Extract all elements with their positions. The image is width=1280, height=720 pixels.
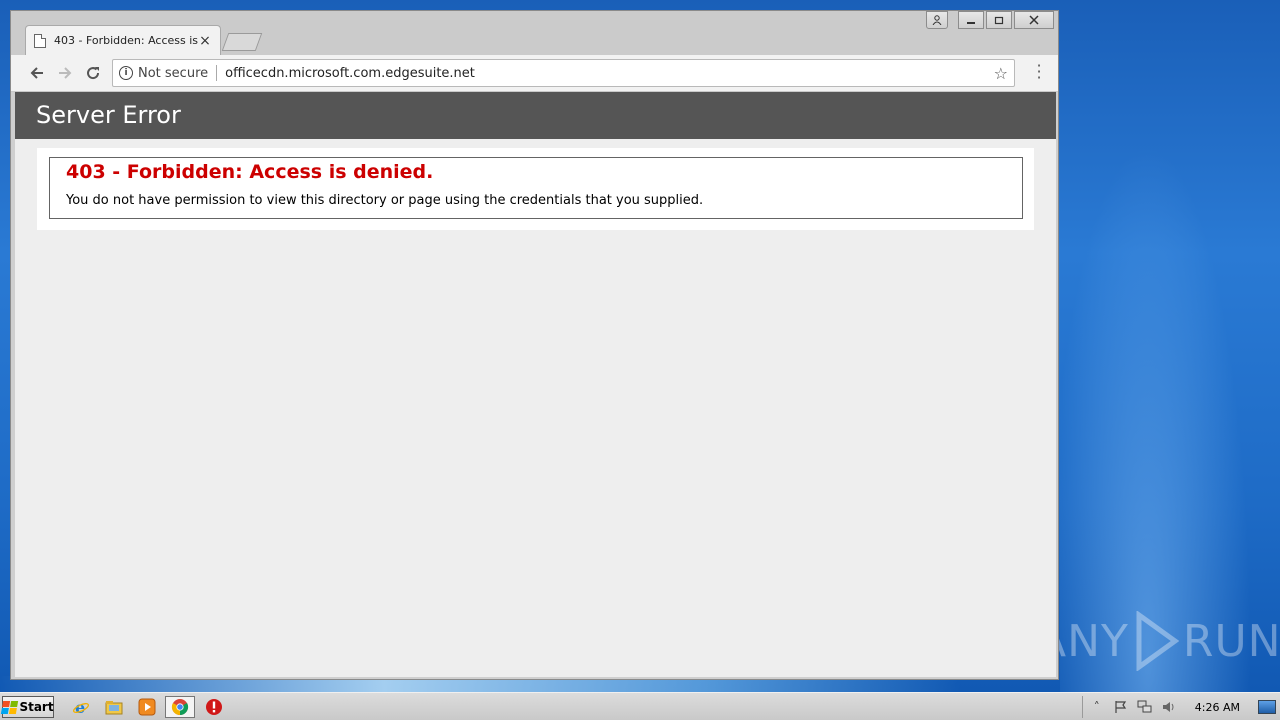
- file-explorer-icon[interactable]: [103, 697, 125, 717]
- window-controls: [926, 11, 1054, 29]
- page-icon: [34, 33, 46, 48]
- close-icon[interactable]: ×: [198, 33, 212, 49]
- reload-button[interactable]: [81, 61, 105, 85]
- bookmark-star-icon[interactable]: ☆: [994, 64, 1008, 83]
- tab-title: 403 - Forbidden: Access is d: [54, 34, 198, 47]
- security-indicator[interactable]: Not secure: [138, 66, 208, 81]
- stop-sign-icon[interactable]: [203, 697, 225, 717]
- browser-tab[interactable]: 403 - Forbidden: Access is d ×: [25, 25, 221, 55]
- desktop-glow: [1060, 0, 1280, 692]
- play-icon: [1136, 611, 1179, 671]
- page-header: Server Error: [15, 92, 1056, 139]
- error-fieldset: 403 - Forbidden: Access is denied. You d…: [49, 157, 1023, 219]
- system-tray: ˄ 4:26 AM: [1081, 696, 1280, 718]
- minimize-button[interactable]: [958, 11, 984, 29]
- back-arrow-icon: [30, 67, 43, 79]
- anyrun-watermark: ANY RUN: [1036, 606, 1280, 676]
- forward-button[interactable]: [53, 61, 77, 85]
- info-icon[interactable]: i: [119, 66, 133, 80]
- start-button[interactable]: Start: [1, 696, 54, 718]
- menu-icon[interactable]: · · ·: [1036, 58, 1042, 86]
- content-container: 403 - Forbidden: Access is denied. You d…: [37, 148, 1034, 230]
- watermark-text-right: RUN: [1182, 615, 1280, 667]
- action-center-flag-icon[interactable]: [1113, 700, 1129, 714]
- volume-icon[interactable]: [1161, 700, 1177, 714]
- page-viewport: Server Error 403 - Forbidden: Access is …: [15, 92, 1056, 677]
- url-text[interactable]: officecdn.microsoft.com.edgesuite.net: [225, 66, 994, 81]
- error-title: 403 - Forbidden: Access is denied.: [66, 161, 434, 183]
- internet-explorer-icon[interactable]: e: [70, 697, 92, 717]
- start-label: Start: [19, 700, 54, 714]
- network-icon[interactable]: [1137, 700, 1153, 714]
- browser-toolbar: i Not secure officecdn.microsoft.com.edg…: [11, 55, 1058, 92]
- clock[interactable]: 4:26 AM: [1195, 701, 1240, 714]
- user-icon[interactable]: [926, 11, 948, 29]
- omnibox-divider: [216, 65, 218, 81]
- address-bar[interactable]: i Not secure officecdn.microsoft.com.edg…: [112, 59, 1015, 87]
- taskbar: Start e ˄ 4:26 AM: [0, 692, 1280, 720]
- forward-arrow-icon: [59, 67, 72, 79]
- show-desktop-icon[interactable]: [1258, 700, 1276, 714]
- title-bar: 403 - Forbidden: Access is d ×: [11, 11, 1058, 55]
- show-hidden-icons-icon[interactable]: ˄: [1089, 700, 1105, 714]
- error-message: You do not have permission to view this …: [66, 193, 704, 208]
- reload-icon: [87, 67, 100, 80]
- chrome-taskbar-icon[interactable]: [165, 696, 195, 718]
- restore-button[interactable]: [986, 11, 1012, 29]
- page-title: Server Error: [36, 101, 181, 129]
- back-button[interactable]: [25, 61, 49, 85]
- windows-logo-icon: [1, 700, 19, 714]
- close-window-button[interactable]: [1014, 11, 1054, 29]
- media-player-icon[interactable]: [136, 697, 158, 717]
- new-tab-button[interactable]: [221, 33, 263, 51]
- browser-window: 403 - Forbidden: Access is d × i Not sec…: [10, 10, 1059, 680]
